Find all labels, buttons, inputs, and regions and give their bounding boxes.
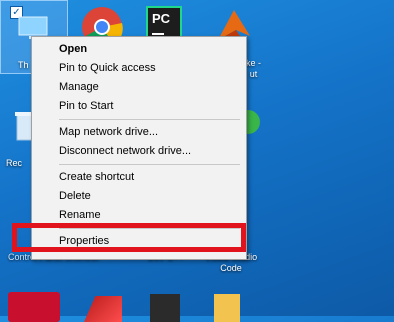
menu-item-label: Pin to Quick access [59,62,156,74]
menu-item-label: Open [59,43,88,55]
pycharm-underline [152,33,164,35]
red-triangle-app-icon[interactable] [84,296,122,322]
menu-item-open[interactable]: Open [32,40,246,59]
recycle-bin-label: Rec [6,158,23,168]
menu-item-label: Disconnect network drive... [59,145,192,157]
menu-item-label: Pin to Start [59,100,114,112]
green-app-icon[interactable] [244,108,264,138]
menu-item-label: Delete [59,190,91,202]
menu-item-label: Map network drive... [59,126,159,138]
menu-item-delete[interactable]: Delete [32,187,246,206]
menu-item-pin-quick-access[interactable]: Pin to Quick access [32,59,246,78]
properties-highlight-box [12,223,246,252]
folder-app-icon[interactable] [214,294,240,322]
icon-label: Th [18,60,29,70]
red-app-icon[interactable] [8,292,60,322]
dark-app-icon[interactable] [150,294,180,322]
menu-item-label: Manage [59,81,99,93]
menu-separator [59,119,240,120]
menu-item-label: Create shortcut [59,171,135,183]
menu-item-pin-to-start[interactable]: Pin to Start [32,97,246,116]
pycharm-label: PC [152,11,171,26]
menu-item-map-network-drive[interactable]: Map network drive... [32,123,246,142]
menu-separator [59,164,240,165]
menu-item-manage[interactable]: Manage [32,78,246,97]
menu-item-create-shortcut[interactable]: Create shortcut [32,168,246,187]
matlab-label: ke - ut [246,58,262,79]
menu-item-disconnect-network-drive[interactable]: Disconnect network drive... [32,142,246,161]
